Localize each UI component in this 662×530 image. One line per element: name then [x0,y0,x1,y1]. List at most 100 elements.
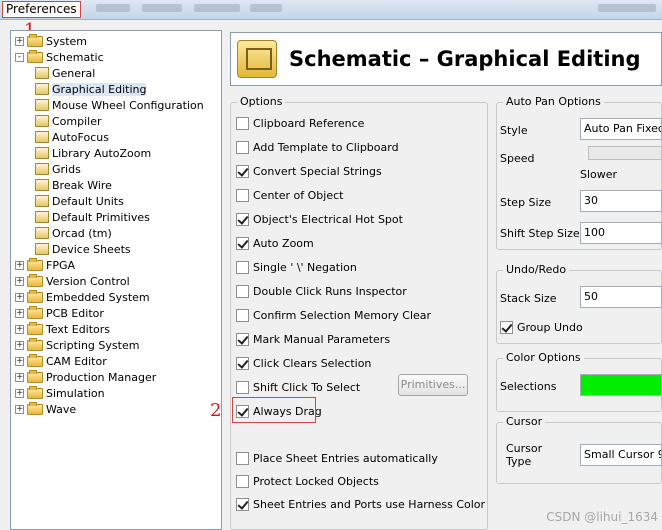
stack-size-input[interactable]: 50 [580,286,662,308]
expand-icon[interactable]: + [15,308,24,318]
style-select[interactable]: Auto Pan Fixed J [580,118,662,140]
tree-item-label: Schematic [46,50,104,64]
annotation-2: 2 [210,400,222,421]
folder-icon [27,289,43,303]
option-row[interactable]: Clipboard Reference [236,114,364,132]
group-undo-row[interactable]: Group Undo [500,318,583,336]
option-row[interactable]: Convert Special Strings [236,162,382,180]
expand-icon[interactable]: + [15,324,24,334]
tree-item[interactable]: AutoFocus [35,129,109,145]
option-row[interactable]: Add Template to Clipboard [236,138,399,156]
option-checkbox[interactable] [236,140,249,154]
menu-ghost [142,4,182,12]
tree-item[interactable]: + Production Manager [15,369,156,385]
style-label: Style [500,124,528,137]
expand-icon[interactable]: + [15,340,24,350]
option-row[interactable]: Mark Manual Parameters [236,330,390,348]
option-checkbox[interactable] [236,451,249,465]
folder-icon [27,369,43,383]
option-row[interactable]: Single ' \' Negation [236,258,357,276]
tree-item[interactable]: + Scripting System [15,337,139,353]
tree-item[interactable]: - Schematic [15,49,104,65]
folder-icon [27,273,43,287]
option-checkbox[interactable] [236,380,249,394]
expand-icon[interactable]: + [15,292,24,302]
page-icon [35,147,49,159]
option-row[interactable]: Object's Electrical Hot Spot [236,210,403,228]
expand-icon[interactable]: + [15,276,24,286]
expand-icon[interactable]: + [15,356,24,366]
tree-item[interactable]: Mouse Wheel Configuration [35,97,204,113]
option-row[interactable]: Auto Zoom [236,234,314,252]
shift-step-size-input[interactable]: 100 [580,222,662,244]
cursor-type-select[interactable]: Small Cursor 90 [580,444,662,466]
tree-item-label: General [52,66,96,80]
folder-icon [27,337,43,351]
option-row[interactable]: Center of Object [236,186,343,204]
option-checkbox[interactable] [236,212,249,226]
group-undo-checkbox[interactable] [500,320,513,334]
option-checkbox[interactable] [236,164,249,178]
expand-icon[interactable]: + [15,404,24,414]
speed-slider[interactable] [588,146,662,160]
option-row[interactable]: Confirm Selection Memory Clear [236,306,431,324]
option-row[interactable]: Shift Click To Select [236,378,360,396]
tree-item[interactable]: + PCB Editor [15,305,104,321]
option-row[interactable]: Protect Locked Objects [236,472,379,490]
tree-item[interactable]: Compiler [35,113,102,129]
option-label: Auto Zoom [253,236,314,250]
tree-item[interactable]: + Version Control [15,273,130,289]
expand-icon[interactable]: + [15,260,24,270]
step-size-input[interactable]: 30 [580,190,662,212]
option-row[interactable]: Double Click Runs Inspector [236,282,407,300]
menu-ghost [598,4,656,12]
group-undo-label: Group Undo [517,320,583,334]
tree-item[interactable]: + Embedded System [15,289,150,305]
option-label: Mark Manual Parameters [253,332,391,346]
option-checkbox[interactable] [236,284,249,298]
tree-item-label: Grids [52,162,81,176]
tree-item[interactable]: Graphical Editing [35,81,147,97]
collapse-icon[interactable]: - [15,52,24,62]
option-checkbox[interactable] [236,308,249,322]
selections-color-swatch[interactable] [580,374,662,396]
option-checkbox[interactable] [236,356,249,370]
option-checkbox[interactable] [236,260,249,274]
tree-item[interactable]: Default Units [35,193,124,209]
folder-icon [27,33,43,47]
tree-item[interactable]: Device Sheets [35,241,131,257]
tree-item[interactable]: + Simulation [15,385,105,401]
tree-item[interactable]: Default Primitives [35,209,150,225]
tree-item[interactable]: Orcad (tm) [35,225,112,241]
expand-icon[interactable]: + [15,388,24,398]
tree-item[interactable]: + Wave [15,401,76,417]
option-row[interactable]: Place Sheet Entries automatically [236,449,438,467]
preferences-tree[interactable]: + System - Schematic General Graphical Editin… [10,30,222,530]
option-label: Sheet Entries and Ports use Harness Colo… [253,497,486,511]
option-checkbox[interactable] [236,116,249,130]
tree-item[interactable]: + CAM Editor [15,353,107,369]
tree-item[interactable]: Library AutoZoom [35,145,151,161]
menu-ghost [250,4,282,12]
tree-item[interactable]: Grids [35,161,81,177]
tree-item-label: CAM Editor [46,354,107,368]
primitives-button[interactable]: Primitives... [398,374,468,396]
tree-item[interactable]: + FPGA [15,257,75,273]
option-checkbox[interactable] [236,332,249,346]
option-checkbox[interactable] [236,188,249,202]
option-row[interactable]: Sheet Entries and Ports use Harness Colo… [236,495,485,513]
tree-item[interactable]: + Text Editors [15,321,110,337]
tree-item-label: Break Wire [52,178,112,192]
tree-item[interactable]: General [35,65,95,81]
tree-item-label: PCB Editor [46,306,104,320]
tree-item[interactable]: Break Wire [35,177,112,193]
option-checkbox[interactable] [236,474,249,488]
tree-item[interactable]: + System [15,33,87,49]
tree-item-label: Default Primitives [52,210,150,224]
option-checkbox[interactable] [236,236,249,250]
selections-label: Selections [500,380,557,393]
expand-icon[interactable]: + [15,36,24,46]
expand-icon[interactable]: + [15,372,24,382]
option-checkbox[interactable] [236,497,249,511]
option-row[interactable]: Click Clears Selection [236,354,371,372]
